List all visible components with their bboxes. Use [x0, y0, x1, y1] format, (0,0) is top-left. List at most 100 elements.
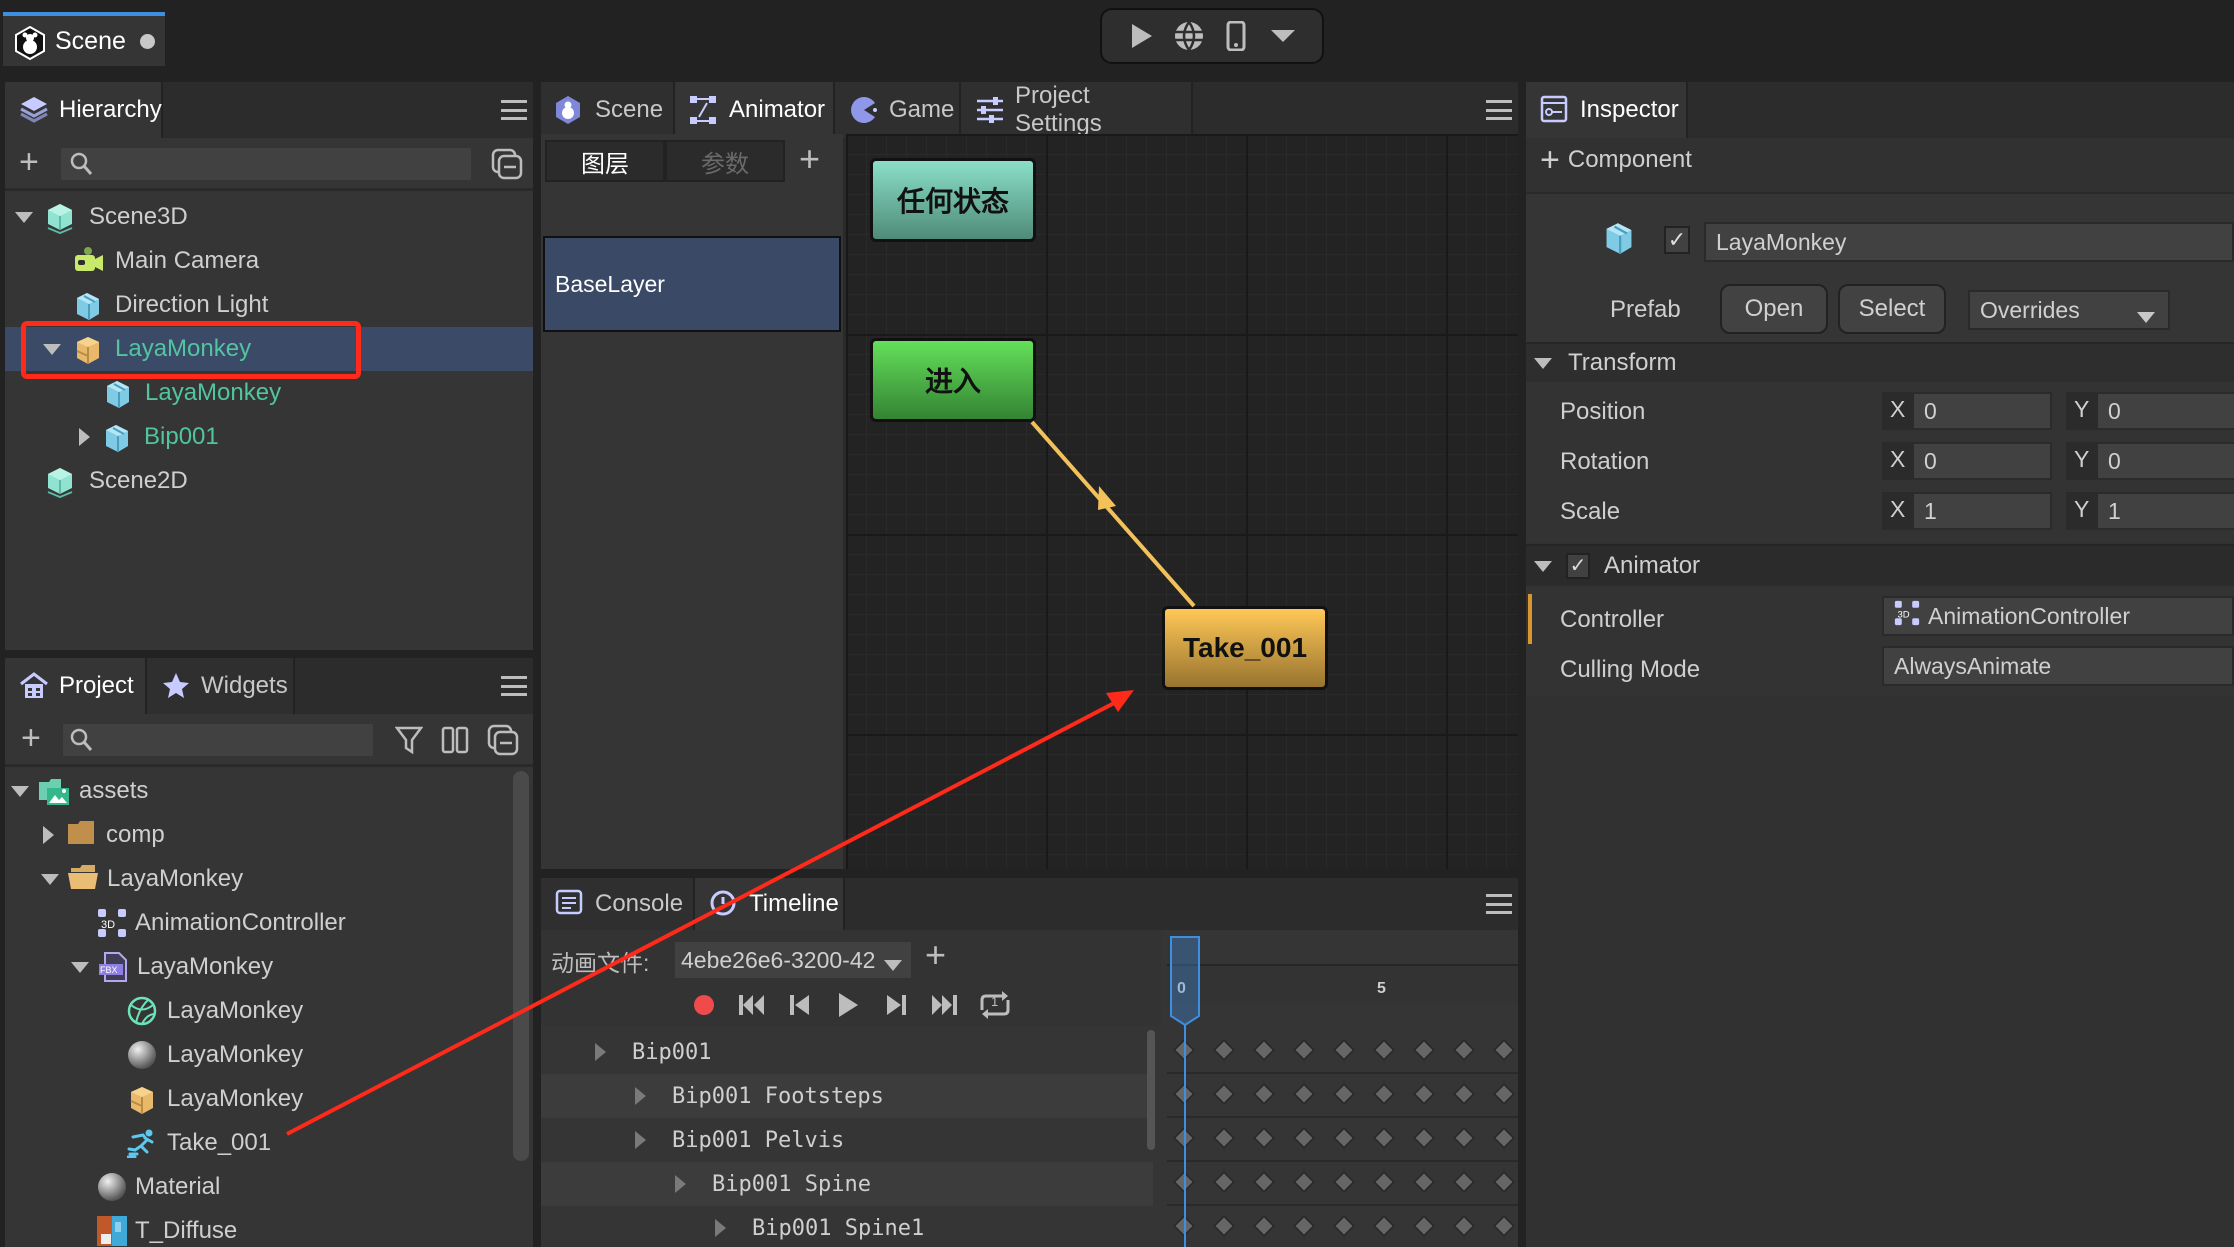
project-item-assets[interactable]: assets — [5, 769, 533, 813]
last-frame-button[interactable] — [927, 988, 961, 1022]
tab-inspector[interactable]: Inspector — [1526, 82, 1688, 138]
keyframe-diamond[interactable] — [1492, 1126, 1516, 1150]
node-name-input[interactable]: LayaMonkey — [1704, 222, 2234, 262]
project-item-t-diffuse[interactable]: T_Diffuse — [5, 1209, 533, 1247]
scale-x-field[interactable]: X1 — [1882, 492, 2052, 530]
animator-header[interactable]: ✓ Animator — [1526, 544, 2234, 586]
keyframe-diamond[interactable] — [1492, 1170, 1516, 1194]
track-row[interactable]: Bip001 Spine1 — [541, 1206, 1153, 1247]
tab-widgets[interactable]: Widgets — [147, 658, 295, 714]
keyframe-diamond[interactable] — [1252, 1038, 1276, 1062]
add-asset-button[interactable]: + — [21, 721, 41, 755]
transform-header[interactable]: Transform — [1526, 342, 2234, 382]
transition-arrow[interactable] — [846, 134, 1518, 869]
prev-frame-button[interactable] — [783, 988, 817, 1022]
loop-button[interactable]: 1 — [975, 988, 1015, 1022]
keyframe-area[interactable] — [1167, 1030, 1518, 1247]
controller-field[interactable]: 3D AnimationController — [1882, 596, 2234, 636]
keyframe-diamond[interactable] — [1292, 1082, 1316, 1106]
playhead[interactable] — [1170, 936, 1200, 1027]
rotation-x-field[interactable]: X0 — [1882, 442, 2052, 480]
position-y-input[interactable]: 0 — [2098, 394, 2234, 428]
keyframe-diamond[interactable] — [1332, 1170, 1356, 1194]
keyframe-diamond[interactable] — [1412, 1214, 1436, 1238]
keyframe-diamond[interactable] — [1252, 1126, 1276, 1150]
keyframe-diamond[interactable] — [1372, 1038, 1396, 1062]
project-item-layamonkey-mesh[interactable]: LayaMonkey — [5, 989, 533, 1033]
phone-icon[interactable] — [1219, 19, 1253, 53]
scale-y-input[interactable]: 1 — [2098, 494, 2234, 528]
keyframe-diamond[interactable] — [1212, 1038, 1236, 1062]
keyframe-diamond[interactable] — [1492, 1214, 1516, 1238]
layer-tab-layers[interactable]: 图层 — [545, 140, 665, 182]
split-view-icon[interactable] — [441, 726, 469, 760]
collapse-arrow-icon[interactable] — [79, 428, 90, 446]
keyframe-diamond[interactable] — [1252, 1082, 1276, 1106]
culling-mode-dropdown[interactable]: AlwaysAnimate — [1882, 646, 2234, 686]
position-x-input[interactable]: 0 — [1914, 394, 2050, 428]
add-layer-button[interactable]: + — [799, 138, 820, 180]
tab-timeline[interactable]: Timeline — [695, 878, 845, 930]
keyframe-diamond[interactable] — [1292, 1038, 1316, 1062]
keyframe-diamond[interactable] — [1492, 1082, 1516, 1106]
keyframe-diamond[interactable] — [1212, 1126, 1236, 1150]
project-item-layamonkey-prefab[interactable]: LayaMonkey — [5, 1077, 533, 1121]
keyframe-diamond[interactable] — [1212, 1214, 1236, 1238]
timeline-ruler[interactable]: 0 5 — [1167, 934, 1518, 1030]
keyframe-diamond[interactable] — [1452, 1126, 1476, 1150]
expand-arrow-icon[interactable] — [675, 1175, 686, 1193]
keyframe-diamond[interactable] — [1372, 1082, 1396, 1106]
add-component-button[interactable]: + Component — [1540, 140, 1692, 180]
expand-arrow-icon[interactable] — [11, 785, 29, 797]
keyframe-diamond[interactable] — [1452, 1170, 1476, 1194]
keyframe-diamond[interactable] — [1212, 1170, 1236, 1194]
expand-arrow-icon[interactable] — [595, 1043, 606, 1061]
project-menu-button[interactable] — [501, 676, 527, 696]
tab-scene[interactable]: Scene — [541, 82, 675, 138]
expand-arrow-icon[interactable] — [635, 1087, 646, 1105]
project-search-input[interactable] — [63, 724, 373, 756]
keyframe-diamond[interactable] — [1452, 1214, 1476, 1238]
tree-item-scene2d[interactable]: Scene2D — [5, 459, 533, 503]
tab-console[interactable]: Console — [541, 878, 695, 930]
position-x-field[interactable]: X0 — [1882, 392, 2052, 430]
track-row[interactable]: Bip001 Footsteps — [541, 1074, 1153, 1118]
document-tab[interactable]: Scene — [3, 12, 165, 66]
keyframe-diamond[interactable] — [1412, 1038, 1436, 1062]
tab-project-settings[interactable]: Project Settings — [961, 82, 1193, 138]
project-item-layamonkey-material[interactable]: LayaMonkey — [5, 1033, 533, 1077]
keyframe-diamond[interactable] — [1332, 1038, 1356, 1062]
rotation-x-input[interactable]: 0 — [1914, 444, 2050, 478]
keyframe-diamond[interactable] — [1452, 1038, 1476, 1062]
collapse-arrow-icon[interactable] — [1534, 357, 1552, 369]
tree-item-scene3d[interactable]: Scene3D — [5, 195, 533, 239]
keyframe-diamond[interactable] — [1412, 1170, 1436, 1194]
keyframe-diamond[interactable] — [1252, 1214, 1276, 1238]
animator-enabled-checkbox[interactable]: ✓ — [1566, 553, 1590, 579]
expand-arrow-icon[interactable] — [15, 211, 33, 223]
add-node-button[interactable]: + — [19, 145, 39, 179]
keyframe-diamond[interactable] — [1452, 1082, 1476, 1106]
scale-y-field[interactable]: Y1 — [2066, 492, 2234, 530]
scale-x-input[interactable]: 1 — [1914, 494, 2050, 528]
position-y-field[interactable]: Y0 — [2066, 392, 2234, 430]
track-row[interactable]: Bip001 Spine — [541, 1162, 1153, 1206]
first-frame-button[interactable] — [735, 988, 769, 1022]
tab-project[interactable]: Project — [5, 658, 147, 714]
keyframe-diamond[interactable] — [1252, 1170, 1276, 1194]
collapse-all-icon[interactable] — [491, 148, 523, 186]
tree-item-main-camera[interactable]: Main Camera — [5, 239, 533, 283]
keyframe-diamond[interactable] — [1372, 1126, 1396, 1150]
tab-game[interactable]: Game — [835, 82, 961, 138]
expand-arrow-icon[interactable] — [715, 1219, 726, 1237]
keyframe-diamond[interactable] — [1372, 1170, 1396, 1194]
track-row[interactable]: Bip001 Pelvis — [541, 1118, 1153, 1162]
track-row[interactable]: Bip001 — [541, 1030, 1153, 1074]
project-item-layamonkey-folder[interactable]: LayaMonkey — [5, 857, 533, 901]
tab-hierarchy[interactable]: Hierarchy — [5, 82, 163, 138]
keyframe-diamond[interactable] — [1292, 1214, 1316, 1238]
hierarchy-search-input[interactable] — [61, 148, 471, 180]
prefab-open-button[interactable]: Open — [1720, 284, 1828, 334]
next-frame-button[interactable] — [879, 988, 913, 1022]
play-icon[interactable] — [1125, 19, 1159, 53]
